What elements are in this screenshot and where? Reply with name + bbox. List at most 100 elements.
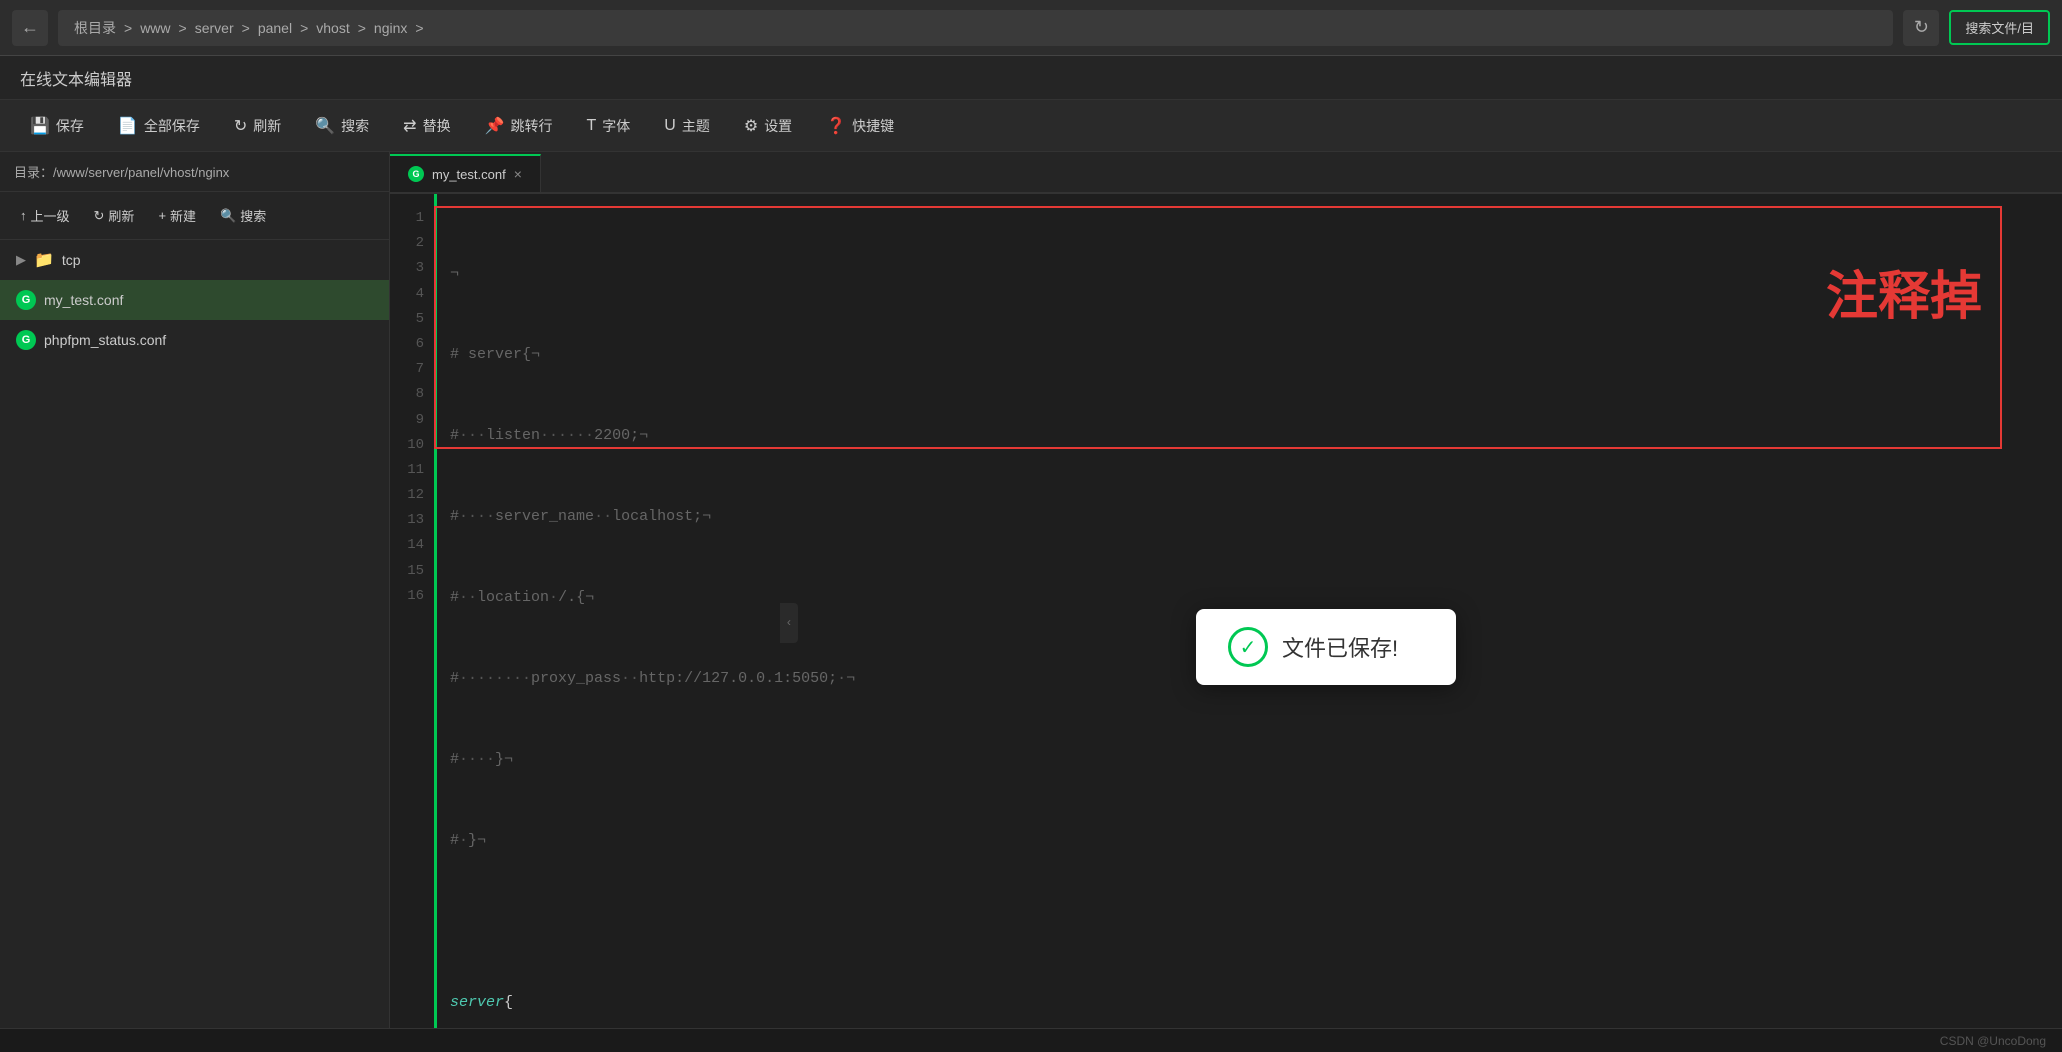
sidebar-search-label: 搜索 [240, 206, 266, 225]
toast-notification: ✓ 文件已保存! [1196, 609, 1456, 685]
sidebar-refresh-label: 刷新 [108, 206, 134, 225]
main-layout: 目录：/www/server/panel/vhost/nginx ↑ 上一级 ↻… [0, 152, 2062, 1052]
sep5: > [358, 20, 366, 36]
back-button[interactable]: ← [12, 10, 48, 46]
breadcrumb-www: www [140, 20, 170, 36]
editor-area: G my_test.conf × 12345 678910 1112131415… [390, 152, 2062, 1052]
up-button[interactable]: ↑ 上一级 [10, 200, 80, 231]
search-icon: 🔍 [315, 116, 335, 136]
toast-checkmark: ✓ [1240, 635, 1257, 660]
toast-icon: ✓ [1228, 627, 1268, 667]
breadcrumb-root: 根目录 [74, 18, 116, 38]
new-label: 新建 [170, 206, 196, 225]
toolbar: 💾 保存 📄 全部保存 ↻ 刷新 🔍 搜索 ⇄ 替换 📌 跳转行 T 字体 U … [0, 100, 2062, 152]
line-5: #··location·/.{¬ [450, 584, 2046, 611]
goto-button[interactable]: 📌 跳转行 [471, 108, 567, 144]
save-label: 保存 [56, 116, 84, 136]
folder-icon: 📁 [34, 250, 54, 270]
file-phpfpm-name: phpfpm_status.conf [44, 332, 166, 348]
font-label: 字体 [602, 116, 630, 136]
credit-text: CSDN @UncoDong [1940, 1034, 2046, 1048]
up-label: 上一级 [31, 206, 70, 225]
sep4: > [300, 20, 308, 36]
sep2: > [179, 20, 187, 36]
settings-icon: ⚙ [744, 116, 758, 136]
line-10: server{ [450, 989, 2046, 1016]
save-all-label: 全部保存 [144, 116, 200, 136]
sidebar-actions: ↑ 上一级 ↻ 刷新 + 新建 🔍 搜索 [0, 192, 389, 240]
tab-close-button[interactable]: × [514, 166, 522, 182]
goto-icon: 📌 [485, 116, 505, 136]
sidebar-search-button[interactable]: 🔍 搜索 [210, 200, 276, 231]
nav-refresh-button[interactable]: ↻ [1903, 10, 1939, 46]
top-nav: ← 根目录 > www > server > panel > vhost > n… [0, 0, 2062, 56]
file-my-test-conf[interactable]: G my_test.conf [0, 280, 389, 320]
theme-button[interactable]: U 主题 [650, 108, 724, 144]
tab-filename: my_test.conf [432, 167, 506, 182]
sidebar-path: 目录：/www/server/panel/vhost/nginx [0, 152, 389, 192]
refresh-button[interactable]: ↻ 刷新 [220, 108, 295, 144]
folder-chevron: ▶ [16, 252, 26, 268]
replace-button[interactable]: ⇄ 替换 [389, 108, 464, 144]
goto-label: 跳转行 [511, 116, 553, 136]
line-numbers: 12345 678910 1112131415 16 [390, 194, 434, 1052]
search-button[interactable]: 🔍 搜索 [301, 108, 383, 144]
file-my-test-name: my_test.conf [44, 292, 123, 308]
breadcrumb: 根目录 > www > server > panel > vhost > ngi… [58, 10, 1893, 46]
shortcuts-label: 快捷键 [852, 116, 894, 136]
app-title-bar: 在线文本编辑器 [0, 56, 2062, 100]
font-icon: T [587, 117, 597, 135]
search-file-button[interactable]: 搜索文件/目 [1949, 10, 2050, 45]
line-9 [450, 908, 2046, 935]
line-3: #···listen······2200;¬ [450, 422, 2046, 449]
sep3: > [242, 20, 250, 36]
editor-left-border [434, 194, 437, 1052]
line-4: #····server_name··localhost;¬ [450, 503, 2046, 530]
toast-message: 文件已保存! [1282, 631, 1398, 663]
breadcrumb-panel: panel [258, 20, 292, 36]
file-phpfpm-status-conf[interactable]: G phpfpm_status.conf [0, 320, 389, 360]
tab-g-icon: G [408, 166, 424, 182]
breadcrumb-server: server [195, 20, 234, 36]
folder-tcp[interactable]: ▶ 📁 tcp [0, 240, 389, 280]
shortcuts-icon: ❓ [826, 116, 846, 136]
settings-label: 设置 [764, 116, 792, 136]
line-8: #·}¬ [450, 827, 2046, 854]
theme-icon: U [664, 117, 676, 135]
folder-tcp-name: tcp [62, 252, 81, 268]
font-button[interactable]: T 字体 [573, 108, 645, 144]
save-all-icon: 📄 [118, 116, 138, 136]
replace-label: 替换 [423, 116, 451, 136]
file-tree: ▶ 📁 tcp G my_test.conf G phpfpm_status.c… [0, 240, 389, 1052]
refresh-label: 刷新 [253, 116, 281, 136]
line-7: #····}¬ [450, 746, 2046, 773]
g-icon-phpfpm: G [16, 330, 36, 350]
bottom-bar: CSDN @UncoDong [0, 1028, 2062, 1052]
save-all-button[interactable]: 📄 全部保存 [104, 108, 214, 144]
g-icon-my-test: G [16, 290, 36, 310]
save-icon: 💾 [30, 116, 50, 136]
sidebar-refresh-icon: ↻ [94, 208, 105, 224]
sep1: > [124, 20, 132, 36]
breadcrumb-nginx: nginx [374, 20, 407, 36]
search-label: 搜索 [341, 116, 369, 136]
sidebar: 目录：/www/server/panel/vhost/nginx ↑ 上一级 ↻… [0, 152, 390, 1052]
save-button[interactable]: 💾 保存 [16, 108, 98, 144]
sidebar-search-icon: 🔍 [220, 208, 236, 224]
up-icon: ↑ [20, 208, 27, 223]
sep6: > [415, 20, 423, 36]
settings-button[interactable]: ⚙ 设置 [730, 108, 806, 144]
new-icon: + [158, 208, 166, 223]
theme-label: 主题 [682, 116, 710, 136]
replace-icon: ⇄ [403, 116, 416, 136]
sidebar-refresh-button[interactable]: ↻ 刷新 [84, 200, 145, 231]
line-1: ¬ [450, 260, 2046, 287]
line-2: # server{¬ [450, 341, 2046, 368]
new-button[interactable]: + 新建 [148, 200, 206, 231]
tab-my-test-conf[interactable]: G my_test.conf × [390, 154, 541, 192]
breadcrumb-vhost: vhost [316, 20, 349, 36]
shortcuts-button[interactable]: ❓ 快捷键 [812, 108, 908, 144]
collapse-handle[interactable]: ‹ [780, 603, 798, 643]
refresh-icon: ↻ [234, 116, 247, 136]
tab-bar: G my_test.conf × [390, 152, 2062, 194]
